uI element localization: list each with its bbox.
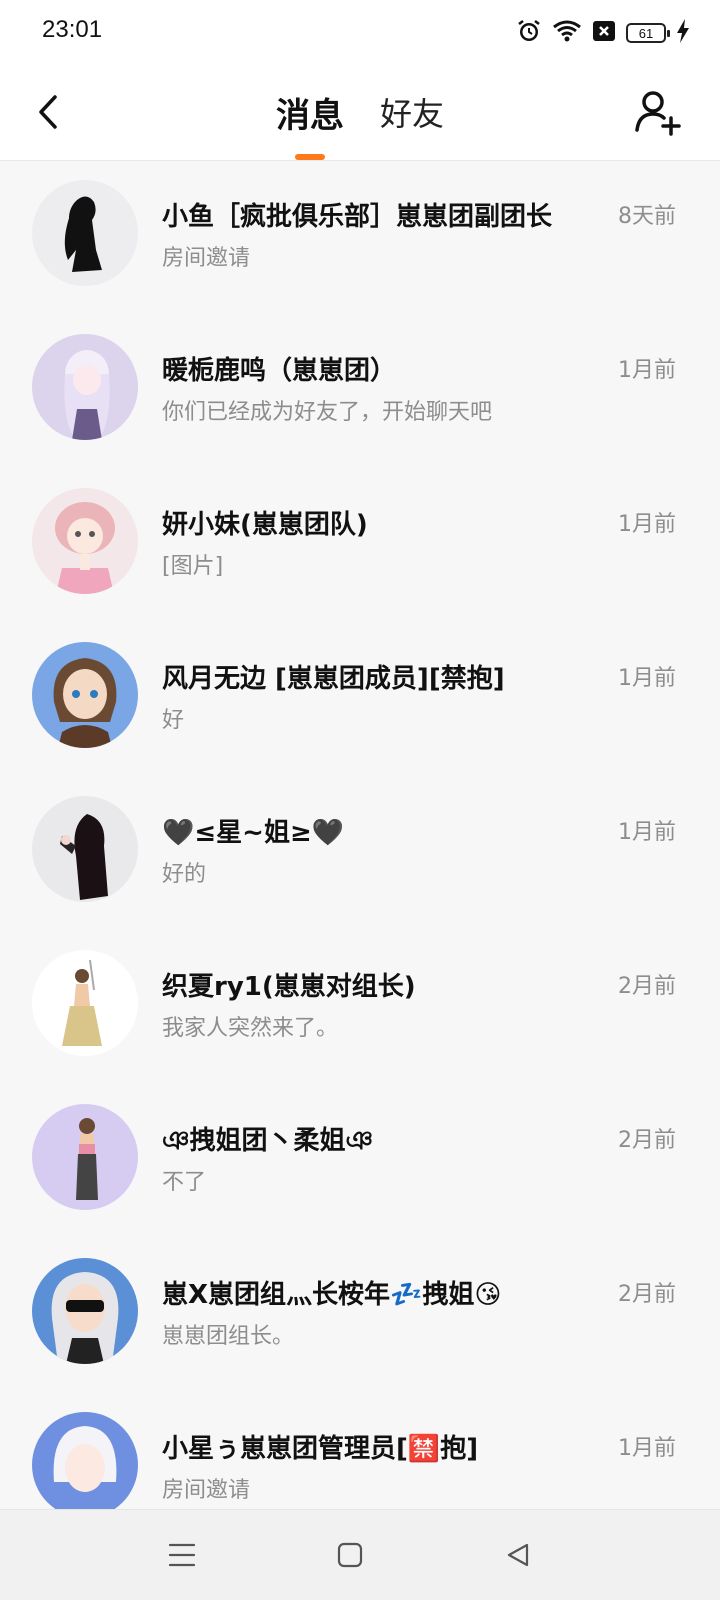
status-icons: 61 [516,18,690,48]
conversation-row[interactable]: 风月无边 [崽崽团成员][禁抱] 好 1月前 [0,622,720,776]
message-preview: 房间邀请 [162,1478,251,1503]
tab-friends[interactable]: 好友 [380,64,444,160]
contact-name: 小鱼［疯批俱乐部］崽崽团副团长 [162,202,553,232]
message-time: 2月前 [618,1282,676,1307]
contact-name: 织夏ry1(崽崽对组长) [162,972,416,1002]
battery-icon: 61 [626,23,670,43]
message-time: 2月前 [618,974,676,999]
avatar [32,950,138,1056]
back-triangle-icon [507,1543,529,1567]
message-time: 1月前 [618,512,676,537]
message-preview: 好的 [162,862,207,887]
avatar [32,180,138,286]
status-time: 23:01 [42,16,103,43]
contact-name: 风月无边 [崽崽团成员][禁抱] [162,664,505,694]
battery-level: 61 [638,25,654,41]
conversation-row[interactable]: 暖栀鹿鸣（崽崽团） 你们已经成为好友了，开始聊天吧 1月前 [0,314,720,468]
conversation-row[interactable]: 织夏ry1(崽崽对组长) 我家人突然来了。 2月前 [0,930,720,1084]
message-time: 8天前 [618,204,676,229]
message-preview: 不了 [162,1170,207,1195]
avatar [32,1412,138,1510]
message-time: 1月前 [618,820,676,845]
top-bar: 消息 好友 [0,64,720,161]
add-friend-button[interactable] [632,86,684,138]
back-nav-button[interactable] [498,1535,538,1575]
contact-name: 崽X崽团组灬长桉年💤拽姐😘 [162,1280,502,1310]
avatar [32,642,138,748]
avatar [32,1104,138,1210]
conversation-row[interactable]: 崽X崽团组灬长桉年💤拽姐😘 崽崽团组长。 2月前 [0,1238,720,1392]
conversation-row[interactable]: 🖤≤星~姐≥🖤 好的 1月前 [0,776,720,930]
message-preview: 你们已经成为好友了，开始聊天吧 [162,400,493,425]
tab-friends-label: 好友 [379,95,444,133]
wifi-icon [552,19,582,47]
tab-bar: 消息 好友 [0,64,720,160]
charging-icon [676,19,690,47]
message-preview: 崽崽团组长。 [162,1324,295,1349]
home-icon [337,1542,363,1568]
system-nav-bar [0,1509,720,1600]
alarm-icon [516,18,542,48]
status-bar: 23:01 61 [0,0,720,64]
conversation-row[interactable]: 小星ぅ崽崽团管理员[🈲抱] 房间邀请 1月前 [0,1392,720,1510]
avatar [32,488,138,594]
menu-icon [168,1543,196,1567]
avatar [32,796,138,902]
avatar [32,334,138,440]
avatar [32,1258,138,1364]
menu-button[interactable] [162,1535,202,1575]
contact-name: 小星ぅ崽崽团管理员[🈲抱] [162,1434,479,1464]
contact-name: ঞ拽姐团丶柔姐ঞ [162,1126,373,1156]
home-button[interactable] [330,1535,370,1575]
contact-name: 暖栀鹿鸣（崽崽团） [162,356,397,386]
message-time: 2月前 [618,1128,676,1153]
add-user-icon [635,91,681,136]
message-time: 1月前 [618,666,676,691]
conversation-row[interactable]: ঞ拽姐团丶柔姐ঞ 不了 2月前 [0,1084,720,1238]
conversation-row[interactable]: 妍小妹(崽崽团队) [图片] 1月前 [0,468,720,622]
tab-messages-label: 消息 [275,95,344,136]
message-time: 1月前 [618,1436,676,1461]
message-preview: 好 [162,708,185,733]
message-preview: [图片] [162,554,224,579]
message-time: 1月前 [618,358,676,383]
message-preview: 房间邀请 [162,246,251,271]
conversation-row[interactable]: 小鱼［疯批俱乐部］崽崽团副团长 房间邀请 8天前 [0,160,720,314]
tab-messages[interactable]: 消息 [276,64,344,160]
conversation-list: 小鱼［疯批俱乐部］崽崽团副团长 房间邀请 8天前 暖栀鹿鸣（崽崽团） 你们已经成… [0,160,720,1510]
contact-name: 🖤≤星~姐≥🖤 [162,818,345,848]
sim-x-icon [592,20,616,46]
contact-name: 妍小妹(崽崽团队) [162,510,368,540]
message-preview: 我家人突然来了。 [162,1016,339,1041]
